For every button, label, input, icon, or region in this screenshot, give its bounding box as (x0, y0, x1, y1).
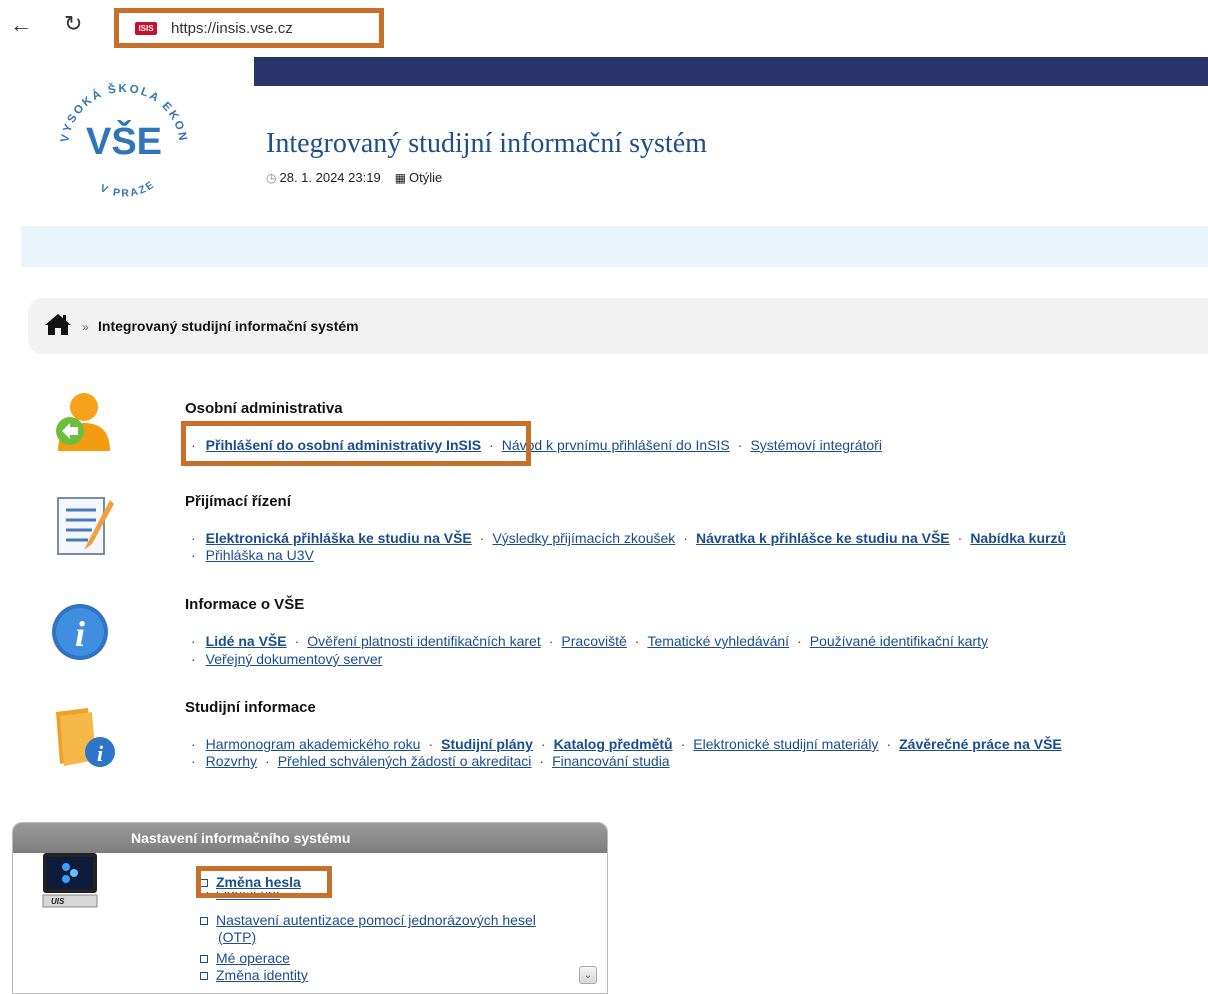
nameday-text: Otýlie (409, 170, 443, 185)
section-links-admissions-1: · Elektronická přihláška ke studiu na VŠE… (191, 530, 1067, 546)
square-bullet-icon (200, 917, 208, 926)
settings-link-otp-cont: (OTP) (218, 929, 256, 945)
svg-text:i: i (75, 614, 85, 654)
section-links-study-info-2: · Rozvrhy · Přehled schválených žádostí o a… (191, 753, 670, 769)
link-timetables[interactable]: Rozvrhy (206, 753, 257, 769)
study-folder-info-icon: i (56, 708, 115, 767)
section-title-vse-info: Informace o VŠE (185, 596, 305, 613)
svg-text:V PRAZE: V PRAZE (98, 178, 157, 199)
square-bullet-icon (200, 955, 208, 964)
link-people-vse[interactable]: Lidé na VŠE (206, 633, 287, 649)
link-otp-settings-cont[interactable]: (OTP) (218, 929, 256, 945)
highlight-login-link (181, 421, 531, 466)
date-nameday: ◷ 28. 1. 2024 23:19 ▦ Otýlie (266, 170, 442, 185)
link-departments[interactable]: Pracoviště (561, 633, 626, 649)
back-arrow-icon[interactable]: ← (10, 14, 32, 36)
person-admin-icon (56, 393, 110, 451)
link-my-operations[interactable]: Mé operace (216, 950, 290, 966)
application-form-icon (57, 497, 114, 555)
svg-text:i: i (97, 741, 104, 766)
settings-panel: Nastavení informačního systému UIS (12, 822, 608, 994)
site-title: Integrovaný studijní informační systém (266, 128, 707, 159)
section-links-vse-info-1: · Lidé na VŠE · Ověření platnosti identifik… (191, 633, 988, 649)
section-links-study-info-1: · Harmonogram akademického roku · Studijní … (191, 736, 1062, 752)
link-study-plans[interactable]: Studijní plány (441, 736, 533, 752)
breadcrumb-separator: » (82, 320, 89, 334)
link-course-offer[interactable]: Nabídka kurzů (970, 530, 1066, 546)
section-title-admissions: Přijímací řízení (185, 493, 291, 510)
settings-link-otp-item: Nastavení autentizace pomocí jednorázový… (200, 912, 536, 928)
datetime-text: 28. 1. 2024 23:19 (279, 170, 381, 185)
link-course-catalog[interactable]: Katalog předmětů (554, 736, 673, 752)
link-otp-settings[interactable]: Nastavení autentizace pomocí jednorázový… (216, 912, 536, 928)
section-title-study-info: Studijní informace (185, 699, 316, 716)
link-e-application[interactable]: Elektronická přihláška ke studiu na VŠE (206, 530, 472, 546)
link-id-card-validity[interactable]: Ověření platnosti identifikačních karet (307, 633, 540, 649)
link-id-cards-used[interactable]: Používané identifikační karty (810, 633, 988, 649)
home-icon[interactable] (44, 312, 72, 336)
link-exam-results[interactable]: Výsledky přijímacích zkoušek (492, 530, 675, 546)
link-application-return[interactable]: Návratka k přihlášce ke studiu na VŠE (696, 530, 950, 546)
site-favicon-icon: ISIS (135, 21, 157, 35)
info-icon: i (52, 604, 108, 660)
highlight-change-password (196, 866, 332, 898)
section-title-personal-admin: Osobní administrativa (185, 400, 343, 417)
link-thematic-search[interactable]: Tematické vyhledávání (647, 633, 789, 649)
vse-logo[interactable]: VYSOKÁ ŠKOLA EKONOMICKÁ V PRAZE VŠE (48, 62, 198, 212)
link-change-identity[interactable]: Změna identity (216, 967, 308, 983)
link-system-integrators[interactable]: Systémoví integrátoři (750, 437, 882, 453)
square-bullet-icon (200, 972, 208, 981)
section-links-admissions-2: · Přihláška na U3V (191, 547, 314, 563)
top-navy-bar (254, 57, 1208, 86)
clock-icon: ◷ (266, 171, 277, 185)
settings-link-change-identity-item: Změna identity (200, 967, 308, 983)
logo-mark: VŠE (86, 118, 162, 163)
logo-bottom-text: V PRAZE (98, 178, 155, 199)
link-theses[interactable]: Závěrečné práce na VŠE (899, 736, 1062, 752)
monitor-label: UIS (51, 897, 65, 906)
link-u3v-application[interactable]: Přihláška na U3V (206, 547, 314, 563)
link-study-financing[interactable]: Financování studia (552, 753, 670, 769)
reload-icon[interactable]: ↻ (64, 12, 88, 36)
calendar-icon: ▦ (394, 171, 407, 185)
monitor-icon: UIS (42, 853, 98, 908)
link-public-document-server[interactable]: Veřejný dokumentový server (206, 651, 383, 667)
settings-link-my-operations-item: Mé operace (200, 950, 290, 966)
url-text[interactable]: https://insis.vse.cz (171, 20, 293, 37)
section-links-vse-info-2: · Veřejný dokumentový server (191, 651, 383, 667)
link-first-login-guide[interactable]: Návod k prvnímu přihlášení do InSIS (502, 437, 730, 453)
settings-panel-title: Nastavení informačního systému (131, 830, 351, 846)
info-band (21, 226, 1208, 267)
link-e-study-materials[interactable]: Elektronické studijní materiály (693, 736, 878, 752)
link-academic-calendar[interactable]: Harmonogram akademického roku (206, 736, 421, 752)
address-bar[interactable]: ISIS https://insis.vse.cz (114, 8, 384, 48)
scroll-down-icon[interactable]: ⌄ (579, 966, 597, 984)
breadcrumb-current: Integrovaný studijní informační systém (98, 318, 359, 334)
link-accreditation-requests[interactable]: Přehled schválených žádostí o akreditaci (278, 753, 532, 769)
